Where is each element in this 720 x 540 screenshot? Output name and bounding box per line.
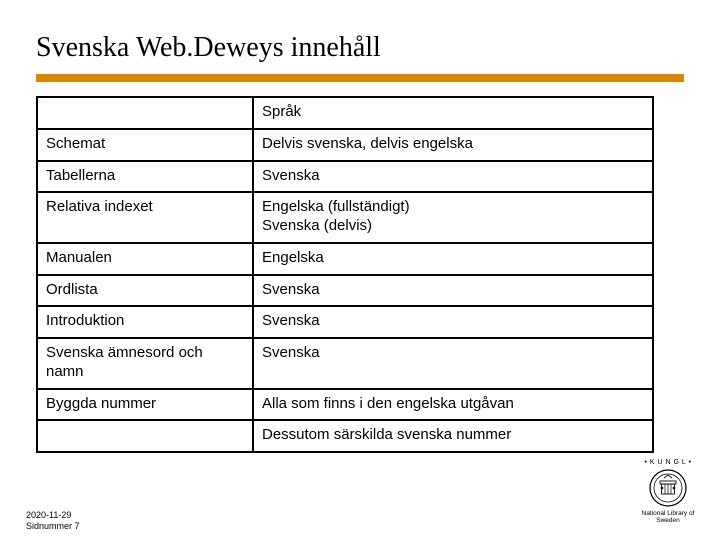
table-cell: Relativa indexet xyxy=(37,192,253,243)
table-cell: Byggda nummer xyxy=(37,389,253,421)
table-row: Relativa indexet Engelska (fullständigt)… xyxy=(37,192,653,243)
table-cell: Dessutom särskilda svenska nummer xyxy=(253,420,653,452)
table-cell xyxy=(37,420,253,452)
table-cell: Svenska xyxy=(253,275,653,307)
table-cell: Ordlista xyxy=(37,275,253,307)
table-cell: Manualen xyxy=(37,243,253,275)
footer-page: Sidnummer 7 xyxy=(26,521,80,532)
table-cell: Svenska ämnesord och namn xyxy=(37,338,253,389)
table-row: Ordlista Svenska xyxy=(37,275,653,307)
table-cell: Svenska xyxy=(253,306,653,338)
logo-seal-icon xyxy=(648,468,688,508)
table-cell: Engelska xyxy=(253,243,653,275)
table-cell: Tabellerna xyxy=(37,161,253,193)
logo-top-text: • K U N G L • xyxy=(636,459,700,466)
page-title: Svenska Web.Deweys innehåll xyxy=(36,32,684,64)
table-cell: Schemat xyxy=(37,129,253,161)
footer: 2020-11-29 Sidnummer 7 xyxy=(26,510,80,533)
library-logo: • K U N G L • National Library of Sweden xyxy=(636,459,700,524)
table-row: Svenska ämnesord och namn Svenska xyxy=(37,338,653,389)
table-cell: Svenska xyxy=(253,338,653,389)
table-cell: Delvis svenska, delvis engelska xyxy=(253,129,653,161)
table-row: Schemat Delvis svenska, delvis engelska xyxy=(37,129,653,161)
logo-bottom-text: National Library of Sweden xyxy=(636,510,700,524)
slide: Svenska Web.Deweys innehåll Språk Schema… xyxy=(0,0,720,540)
table-cell: Svenska xyxy=(253,161,653,193)
table-cell xyxy=(37,97,253,129)
table-row: Språk xyxy=(37,97,653,129)
table-cell: Alla som finns i den engelska utgåvan xyxy=(253,389,653,421)
table-cell: Introduktion xyxy=(37,306,253,338)
content-table: Språk Schemat Delvis svenska, delvis eng… xyxy=(36,96,654,453)
table-cell: Språk xyxy=(253,97,653,129)
table-row: Dessutom särskilda svenska nummer xyxy=(37,420,653,452)
title-rule xyxy=(36,74,684,82)
table-cell: Engelska (fullständigt)Svenska (delvis) xyxy=(253,192,653,243)
table-row: Byggda nummer Alla som finns i den engel… xyxy=(37,389,653,421)
table-row: Manualen Engelska xyxy=(37,243,653,275)
footer-date: 2020-11-29 xyxy=(26,510,80,521)
table-row: Tabellerna Svenska xyxy=(37,161,653,193)
table-row: Introduktion Svenska xyxy=(37,306,653,338)
